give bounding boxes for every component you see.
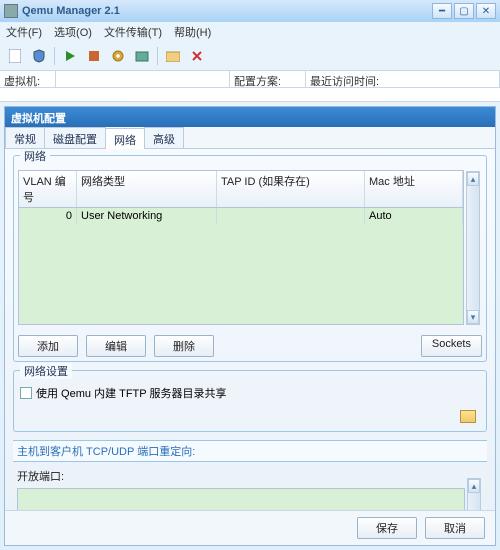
scroll-up-icon[interactable]: ▴	[467, 172, 479, 186]
menubar: 文件(F) 选项(O) 文件传输(T) 帮助(H)	[0, 22, 500, 42]
scroll-down-icon[interactable]: ▾	[467, 310, 479, 324]
separator	[54, 47, 55, 65]
panel-title: 虚拟机配置	[5, 107, 495, 127]
scroll-thumb[interactable]	[467, 186, 479, 310]
nic-table[interactable]: VLAN 编号 网络类型 TAP ID (如果存在) Mac 地址 0 User…	[18, 170, 464, 325]
menu-options[interactable]: 选项(O)	[54, 24, 92, 40]
tab-advanced[interactable]: 高级	[144, 127, 184, 148]
cell-tap	[217, 208, 365, 224]
edit-button[interactable]: 编辑	[86, 335, 146, 357]
nic-scrollbar[interactable]: ▴ ▾	[466, 171, 480, 325]
separator	[157, 47, 158, 65]
cancel-button[interactable]: 取消	[425, 517, 485, 539]
menu-file[interactable]: 文件(F)	[6, 24, 42, 40]
tftp-checkbox-row: 使用 Qemu 内建 TFTP 服务器目录共享	[14, 381, 486, 405]
vm-list-header: 虚拟机: 配置方案: 最近访问时间:	[0, 70, 500, 88]
col-tap[interactable]: TAP ID (如果存在)	[217, 171, 365, 207]
col-vm[interactable]: 虚拟机:	[0, 71, 56, 87]
sockets-button[interactable]: Sockets	[421, 335, 482, 357]
window: Qemu Manager 2.1 ━ ▢ ✕ 文件(F) 选项(O) 文件传输(…	[0, 0, 500, 550]
col-type[interactable]: 网络类型	[77, 171, 217, 207]
col-last-access[interactable]: 最近访问时间:	[306, 71, 500, 87]
tftp-label: 使用 Qemu 内建 TFTP 服务器目录共享	[36, 385, 226, 401]
nic-table-head: VLAN 编号 网络类型 TAP ID (如果存在) Mac 地址	[19, 171, 463, 208]
col-scheme[interactable]: 配置方案:	[230, 71, 306, 87]
maximize-button[interactable]: ▢	[454, 3, 474, 19]
ports-list[interactable]	[17, 488, 465, 510]
col-mac[interactable]: Mac 地址	[365, 171, 463, 207]
tftp-checkbox[interactable]	[20, 387, 32, 399]
table-empty-area	[19, 224, 463, 324]
app-icon	[4, 4, 18, 18]
ports-section: 主机到客户机 TCP/UDP 端口重定向: 开放端口: ▴ ▾ 类型:	[13, 440, 487, 510]
new-icon[interactable]	[6, 47, 24, 65]
shield-icon[interactable]	[30, 47, 48, 65]
window-title: Qemu Manager 2.1	[22, 5, 432, 17]
group-netsettings: 网络设置 使用 Qemu 内建 TFTP 服务器目录共享	[13, 370, 487, 432]
menu-file-transfer[interactable]: 文件传输(T)	[104, 24, 162, 40]
tab-general[interactable]: 常规	[5, 127, 45, 148]
tab-disk[interactable]: 磁盘配置	[44, 127, 106, 148]
play-icon[interactable]	[61, 47, 79, 65]
save-button[interactable]: 保存	[357, 517, 417, 539]
ports-scrollbar[interactable]: ▴ ▾	[467, 478, 481, 510]
gear-icon[interactable]	[109, 47, 127, 65]
stop-icon[interactable]	[85, 47, 103, 65]
tab-network-body: 网络 VLAN 编号 网络类型 TAP ID (如果存在) Mac 地址 0 U…	[5, 149, 495, 510]
group-network: 网络 VLAN 编号 网络类型 TAP ID (如果存在) Mac 地址 0 U…	[13, 155, 487, 362]
folder-icon[interactable]	[164, 47, 182, 65]
toolbar	[0, 42, 500, 70]
x-icon[interactable]	[188, 47, 206, 65]
ports-header: 主机到客户机 TCP/UDP 端口重定向:	[13, 440, 487, 462]
tab-network[interactable]: 网络	[105, 128, 145, 149]
tabstrip: 常规 磁盘配置 网络 高级	[5, 127, 495, 149]
group-network-label: 网络	[20, 149, 50, 164]
group-netsettings-label: 网络设置	[20, 363, 72, 379]
open-ports-label: 开放端口:	[13, 466, 487, 486]
cell-type: User Networking	[77, 208, 217, 224]
col-vlan[interactable]: VLAN 编号	[19, 171, 77, 207]
titlebar[interactable]: Qemu Manager 2.1 ━ ▢ ✕	[0, 0, 500, 22]
browse-folder-icon[interactable]	[460, 410, 476, 423]
scroll-up-icon[interactable]: ▴	[468, 479, 480, 493]
screenshot-icon[interactable]	[133, 47, 151, 65]
col-spacer	[56, 71, 230, 87]
menu-help[interactable]: 帮助(H)	[174, 24, 211, 40]
table-row[interactable]: 0 User Networking Auto	[19, 208, 463, 224]
minimize-button[interactable]: ━	[432, 3, 452, 19]
cell-mac: Auto	[365, 208, 463, 224]
config-panel: 虚拟机配置 常规 磁盘配置 网络 高级 网络 VLAN 编号 网络类型 TAP …	[4, 106, 496, 546]
dialog-footer: 保存 取消	[5, 510, 495, 545]
nic-button-row: 添加 编辑 删除 Sockets	[14, 331, 486, 361]
scroll-thumb[interactable]	[468, 493, 480, 510]
cell-vlan: 0	[19, 208, 77, 224]
close-button[interactable]: ✕	[476, 3, 496, 19]
vm-list-body[interactable]	[0, 88, 500, 102]
add-button[interactable]: 添加	[18, 335, 78, 357]
delete-button[interactable]: 删除	[154, 335, 214, 357]
